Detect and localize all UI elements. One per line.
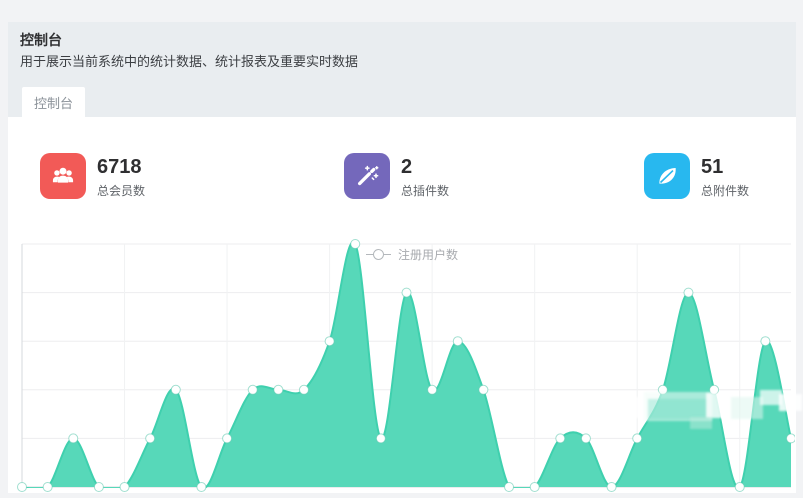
page-title: 控制台 (20, 32, 62, 48)
stat-card-plugins: 2 总插件数 (344, 153, 449, 199)
stat-label-plugins: 总插件数 (401, 184, 450, 198)
stat-card-members: 6718 总会员数 (40, 153, 145, 199)
stat-label-attachments: 总附件数 (701, 184, 750, 198)
legend-label: 注册用户数 (398, 247, 459, 262)
stat-value-attachments: 51 (701, 156, 724, 178)
users-icon (40, 153, 86, 199)
tab-console[interactable]: 控制台 (22, 87, 85, 117)
chart-legend-item[interactable]: 注册用户数 (366, 247, 459, 262)
stat-value-members: 6718 (97, 156, 142, 178)
stat-card-attachments: 51 总附件数 (644, 153, 749, 199)
dashboard-page: { "page": { "title": "控制台", "subtitle": … (0, 0, 803, 493)
stat-value-plugins: 2 (401, 156, 413, 178)
registered-users-chart[interactable] (8, 238, 796, 493)
header-panel: 控制台 用于展示当前系统中的统计数据、统计报表及重要实时数据 控制台 (8, 22, 796, 117)
magic-wand-icon (344, 153, 390, 199)
tab-bar: 控制台 (8, 87, 796, 117)
chart-canvas[interactable] (8, 238, 796, 493)
leaf-icon (644, 153, 690, 199)
stat-label-members: 总会员数 (97, 184, 146, 198)
content-panel: 6718 总会员数 2 总插件数 51 总附件数 注册用户数 (8, 117, 802, 493)
legend-line-circle-icon (366, 248, 391, 260)
page-subtitle: 用于展示当前系统中的统计数据、统计报表及重要实时数据 (20, 54, 359, 69)
